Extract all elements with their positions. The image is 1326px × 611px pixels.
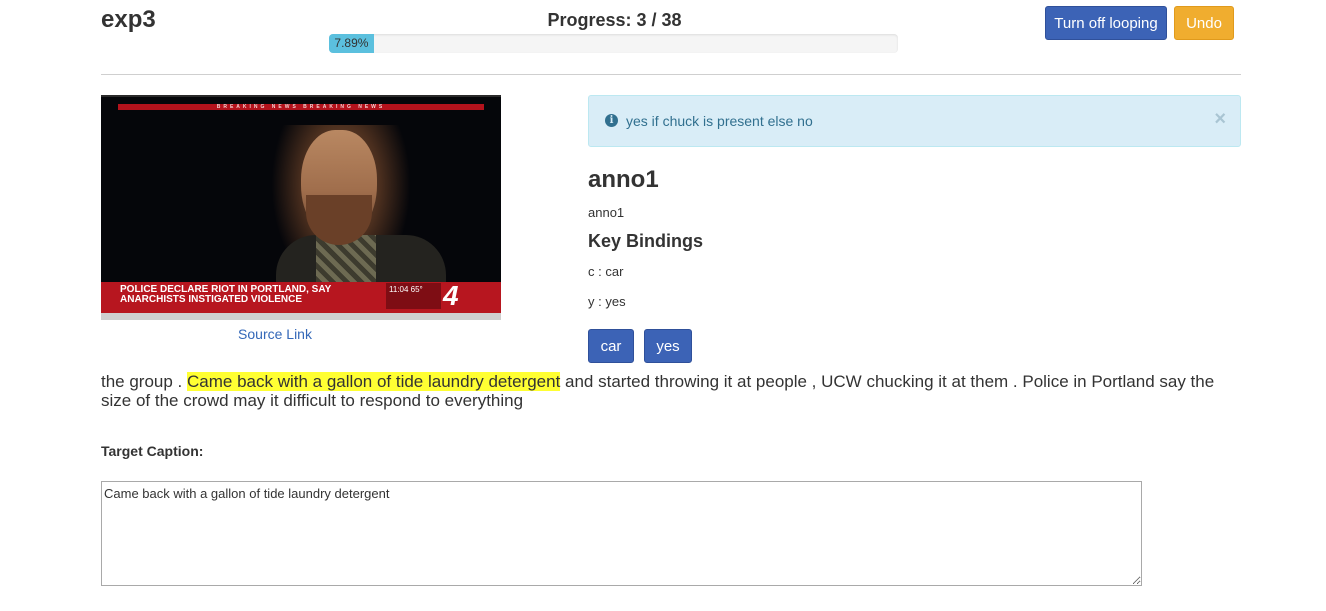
app-title: exp3 — [101, 6, 156, 33]
undo-button[interactable]: Undo — [1174, 6, 1234, 40]
car-button[interactable]: car — [588, 329, 634, 363]
progress-bar: 7.89% — [329, 34, 898, 53]
alert-text: yes if chuck is present else no — [626, 113, 813, 129]
channel-logo: 4 — [443, 280, 459, 311]
key-binding-car: c : car — [588, 264, 624, 279]
target-caption-label: Target Caption: — [101, 443, 204, 459]
close-icon[interactable]: × — [1214, 109, 1226, 129]
transcript-text: the group . Came back with a gallon of t… — [101, 372, 1241, 410]
transcript-before: the group . — [101, 372, 188, 391]
annotation-subtitle: anno1 — [588, 205, 625, 220]
video-frame[interactable]: BREAKING NEWS BREAKING NEWS POLICE DECLA… — [101, 95, 501, 320]
target-caption-input[interactable]: Came back with a gallon of tide laundry … — [101, 481, 1142, 586]
breaking-news-banner: BREAKING NEWS BREAKING NEWS — [118, 104, 484, 110]
progress-fill: 7.89% — [329, 34, 374, 53]
info-circle-icon: i — [605, 114, 618, 127]
transcript-highlight: Came back with a gallon of tide laundry … — [187, 372, 561, 391]
key-binding-yes: y : yes — [588, 294, 626, 309]
instruction-alert: i yes if chuck is present else no × — [588, 95, 1241, 147]
key-bindings-title: Key Bindings — [588, 231, 704, 251]
yes-button[interactable]: yes — [644, 329, 692, 363]
news-clock: 11:04 65° — [386, 283, 441, 309]
news-headline: POLICE DECLARE RIOT IN PORTLAND, SAY ANA… — [120, 284, 332, 305]
header-divider — [101, 74, 1241, 75]
annotation-title: anno1 — [588, 166, 659, 193]
source-link[interactable]: Source Link — [101, 326, 449, 342]
turn-off-looping-button[interactable]: Turn off looping — [1045, 6, 1167, 40]
video-bottom-strip — [101, 313, 501, 320]
video-top-border — [101, 95, 501, 97]
progress-label: Progress: 3 / 38 — [547, 10, 682, 30]
